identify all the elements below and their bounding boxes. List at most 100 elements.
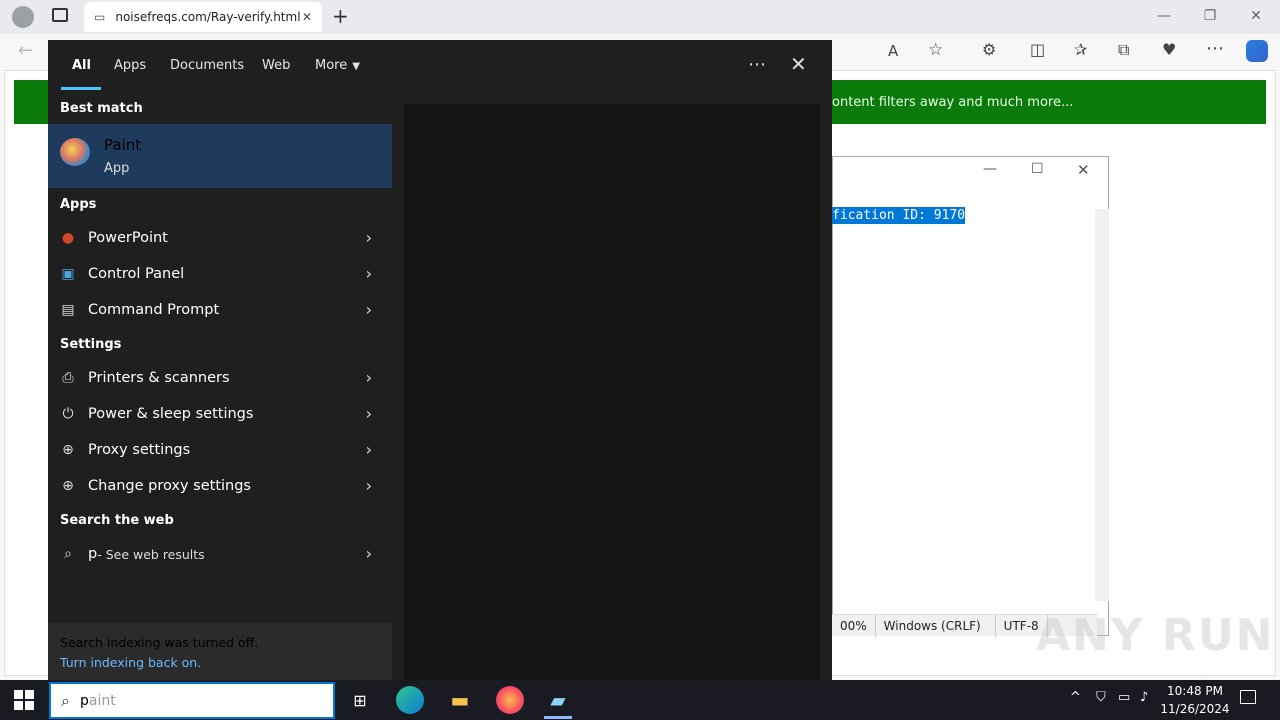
new-tab-icon[interactable]: + xyxy=(332,4,349,28)
web-suffix: - See web results xyxy=(97,546,205,562)
setting-label: Power & sleep settings xyxy=(88,406,254,422)
line-ending: Windows (CRLF) xyxy=(876,614,996,637)
volume-icon[interactable]: ♪ xyxy=(1140,690,1148,705)
indexing-message: Search indexing was turned off. xyxy=(60,635,259,650)
app-label: Control Panel xyxy=(88,266,185,282)
browser-essentials-icon[interactable]: ♥ xyxy=(1162,40,1176,59)
printer-icon: ⎙ xyxy=(62,370,74,386)
extensions-icon[interactable]: ⚙ xyxy=(982,40,996,59)
notifications-icon[interactable] xyxy=(1240,690,1256,704)
taskbar-search-box[interactable]: ⌕ p aint xyxy=(49,682,335,719)
chevron-right-icon[interactable]: › xyxy=(366,440,372,459)
chevron-right-icon[interactable]: › xyxy=(366,264,372,283)
notepad-close-icon[interactable]: ✕ xyxy=(1077,161,1090,179)
browser-tab-strip: ▭ noisefreqs.com/Ray-verify.html ✕ + — ❐… xyxy=(0,0,1280,34)
best-match-paint[interactable]: Paint App xyxy=(48,124,392,188)
web-search-result[interactable]: ⌕ p - See web results › xyxy=(48,536,392,572)
best-match-heading: Best match xyxy=(60,101,143,116)
page-icon: ▭ xyxy=(94,10,106,24)
clock[interactable]: 10:48 PM 11/26/2024 xyxy=(1160,682,1230,718)
banner-text: ontent filters away and much more... xyxy=(832,94,1074,110)
clock-date: 11/26/2024 xyxy=(1160,702,1230,716)
back-icon[interactable]: ← xyxy=(18,40,33,61)
powerpoint-icon: ● xyxy=(61,230,75,246)
setting-printers[interactable]: ⎙ Printers & scanners › xyxy=(48,360,392,396)
setting-proxy[interactable]: ⊕ Proxy settings › xyxy=(48,432,392,468)
close-window-icon[interactable]: ✕ xyxy=(1233,0,1279,32)
command-prompt-icon: ▤ xyxy=(61,302,75,318)
task-view-icon[interactable]: ⊞ xyxy=(346,686,374,714)
split-screen-icon[interactable]: ◫ xyxy=(1030,40,1045,59)
app-command-prompt[interactable]: ▤ Command Prompt › xyxy=(48,292,392,328)
collections-icon[interactable]: ⧉ xyxy=(1118,40,1129,60)
chevron-right-icon[interactable]: › xyxy=(366,300,372,319)
more-menu-icon[interactable]: ⋯ xyxy=(1206,38,1224,59)
chevron-right-icon[interactable]: › xyxy=(366,368,372,387)
preview-pane xyxy=(404,104,820,680)
edge-icon[interactable] xyxy=(396,686,424,714)
chevron-right-icon[interactable]: › xyxy=(366,544,372,563)
watermark: ANY RUN xyxy=(1036,610,1275,661)
power-icon: ⏻ xyxy=(62,406,74,422)
chevron-right-icon[interactable]: › xyxy=(366,404,372,423)
setting-change-proxy[interactable]: ⊕ Change proxy settings › xyxy=(48,468,392,504)
browser-tab[interactable]: ▭ noisefreqs.com/Ray-verify.html ✕ xyxy=(84,2,322,32)
network-icon[interactable]: ▭ xyxy=(1118,690,1130,705)
favorite-star-icon[interactable]: ☆ xyxy=(928,40,943,60)
tab-documents[interactable]: Documents xyxy=(170,58,244,73)
app-powerpoint[interactable]: ● PowerPoint › xyxy=(48,220,392,256)
favorites-icon[interactable]: ✰ xyxy=(1074,40,1087,59)
turn-indexing-link[interactable]: Turn indexing back on. xyxy=(60,653,380,673)
browser-tab-title: noisefreqs.com/Ray-verify.html xyxy=(115,10,301,24)
clock-time: 10:48 PM xyxy=(1167,684,1223,698)
setting-label: Proxy settings xyxy=(88,442,191,458)
restore-icon[interactable]: ❐ xyxy=(1187,0,1233,32)
search-input-suggestion: aint xyxy=(88,692,116,709)
globe-icon: ⊕ xyxy=(62,442,74,458)
more-options-icon[interactable]: ⋯ xyxy=(748,54,766,75)
chevron-right-icon[interactable]: › xyxy=(366,476,372,495)
notepad-selected-text[interactable]: fication ID: 9170 xyxy=(832,207,966,224)
close-panel-icon[interactable]: ✕ xyxy=(790,52,807,76)
notepad-scrollbar[interactable] xyxy=(1095,209,1109,601)
zoom-level: 00% xyxy=(832,614,876,637)
notepad-taskbar-icon[interactable]: ▰ xyxy=(544,686,572,714)
indexing-notice: Search indexing was turned off. Turn ind… xyxy=(48,623,392,680)
tab-more-label: More xyxy=(315,58,348,73)
search-icon: ⌕ xyxy=(61,690,70,710)
file-explorer-icon[interactable]: ▬ xyxy=(446,686,474,714)
profile-avatar[interactable] xyxy=(12,6,34,28)
tab-actions-icon[interactable] xyxy=(52,8,68,22)
tab-apps[interactable]: Apps xyxy=(114,58,146,73)
tab-web[interactable]: Web xyxy=(262,58,290,73)
app-label: PowerPoint xyxy=(88,230,168,246)
best-match-subtitle: App xyxy=(104,161,130,176)
active-app-indicator xyxy=(544,716,572,719)
search-input-value[interactable]: p xyxy=(80,693,89,709)
security-icon[interactable]: ⛉ xyxy=(1096,690,1106,705)
setting-label: Printers & scanners xyxy=(88,370,230,386)
minimize-icon[interactable]: — xyxy=(1141,0,1187,32)
app-control-panel[interactable]: ▣ Control Panel › xyxy=(48,256,392,292)
show-hidden-icons-icon[interactable]: ^ xyxy=(1070,690,1081,705)
chevron-down-icon: ▼ xyxy=(352,61,360,72)
settings-heading: Settings xyxy=(60,337,122,352)
setting-power-sleep[interactable]: ⏻ Power & sleep settings › xyxy=(48,396,392,432)
setting-label: Change proxy settings xyxy=(88,478,251,494)
start-icon[interactable] xyxy=(14,690,34,710)
tab-all[interactable]: All xyxy=(72,58,91,73)
apps-heading: Apps xyxy=(60,197,97,212)
close-tab-icon[interactable]: ✕ xyxy=(302,10,312,24)
tab-all-indicator xyxy=(61,87,101,90)
best-match-title: Paint xyxy=(104,136,142,154)
control-panel-icon: ▣ xyxy=(61,266,75,282)
notepad-maximize-icon[interactable]: ☐ xyxy=(1031,161,1044,177)
firefox-icon[interactable] xyxy=(496,686,524,714)
search-web-heading: Search the web xyxy=(60,513,174,528)
web-query: p xyxy=(88,546,98,562)
read-aloud-icon[interactable]: A xyxy=(888,42,898,60)
tab-more[interactable]: More ▼ xyxy=(315,58,360,73)
chevron-right-icon[interactable]: › xyxy=(366,228,372,247)
copilot-icon[interactable] xyxy=(1246,40,1268,62)
notepad-minimize-icon[interactable]: — xyxy=(983,161,997,177)
